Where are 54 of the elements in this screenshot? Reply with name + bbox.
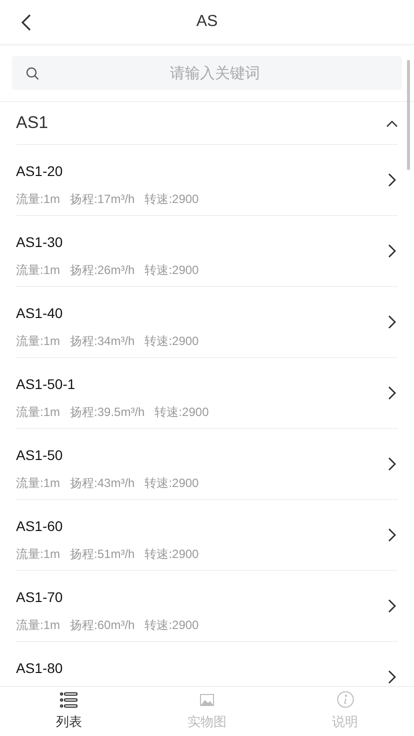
spec-text: 扬程:17m³/h — [70, 191, 135, 208]
spec-text: 流量:1m — [16, 546, 60, 563]
spec-text: 流量:1m — [16, 404, 60, 421]
item-name: AS1-50 — [16, 446, 64, 465]
chevron-right-icon — [388, 315, 396, 329]
chevron-right-icon — [388, 386, 396, 400]
list-item[interactable]: AS1-30 流量:1m 扬程:26m³/h 转速:2900 — [16, 216, 398, 287]
spec-text: 转速:2900 — [144, 546, 199, 563]
image-icon — [200, 694, 214, 706]
spec-text: 扬程:26m³/h — [70, 262, 135, 279]
chevron-up-icon — [386, 120, 398, 126]
list-item[interactable]: AS1-50-1 流量:1m 扬程:39.5m³/h 转速:2900 — [16, 358, 398, 429]
spec-text: 转速:2900 — [144, 475, 199, 492]
list-item[interactable]: AS1-70 流量:1m 扬程:60m³/h 转速:2900 — [16, 571, 398, 642]
back-icon — [21, 14, 31, 30]
chevron-right-icon — [388, 173, 396, 187]
info-icon — [336, 691, 354, 708]
spec-text: 流量:1m — [16, 333, 60, 350]
spec-text: 流量:1m — [16, 262, 60, 279]
spec-text: 转速:2900 — [144, 617, 199, 634]
spec-text: 扬程:34m³/h — [70, 333, 135, 350]
spec-text: 转速:2900 — [144, 191, 199, 208]
spec-text: 扬程:43m³/h — [70, 475, 135, 492]
spec-text: 扬程:60m³/h — [70, 617, 135, 634]
spec-text: 扬程:51m³/h — [70, 546, 135, 563]
item-name: AS1-40 — [16, 304, 64, 323]
chevron-right-icon — [388, 528, 396, 542]
item-name: AS1-50-1 — [16, 375, 76, 394]
spec-text: 转速:2900 — [144, 333, 199, 350]
item-name: AS1-80 — [16, 659, 63, 678]
chevron-right-icon — [388, 670, 396, 684]
search-icon — [26, 67, 39, 80]
chevron-right-icon — [388, 599, 396, 613]
group-header[interactable]: AS1 — [16, 102, 398, 145]
spec-text: 流量:1m — [16, 617, 60, 634]
spec-text: 转速:2900 — [144, 262, 199, 279]
page-title: AS — [196, 12, 218, 32]
spec-text: 流量:1m — [16, 191, 60, 208]
list-item[interactable]: AS1-20 流量:1m 扬程:17m³/h 转速:2900 — [16, 145, 398, 216]
spec-text: 转速:2900 — [154, 404, 209, 421]
search-field[interactable]: 请输入关键词 — [12, 56, 402, 90]
item-name: AS1-70 — [16, 588, 64, 607]
item-name: AS1-60 — [16, 517, 64, 536]
item-name: AS1-20 — [16, 162, 64, 181]
item-name: AS1-30 — [16, 233, 64, 252]
list-item[interactable]: AS1-40 流量:1m 扬程:34m³/h 转速:2900 — [16, 287, 398, 358]
list-item[interactable]: AS1-60 流量:1m 扬程:51m³/h 转速:2900 — [16, 500, 398, 571]
spec-text: 流量:1m — [16, 475, 60, 492]
chevron-right-icon — [388, 457, 396, 471]
list-icon — [60, 692, 78, 708]
tab-item[interactable]: 列表 — [0, 687, 138, 736]
spec-text: 扬程:39.5m³/h — [70, 404, 145, 421]
chevron-right-icon — [388, 244, 396, 258]
list-item[interactable]: AS1-50 流量:1m 扬程:43m³/h 转速:2900 — [16, 429, 398, 500]
